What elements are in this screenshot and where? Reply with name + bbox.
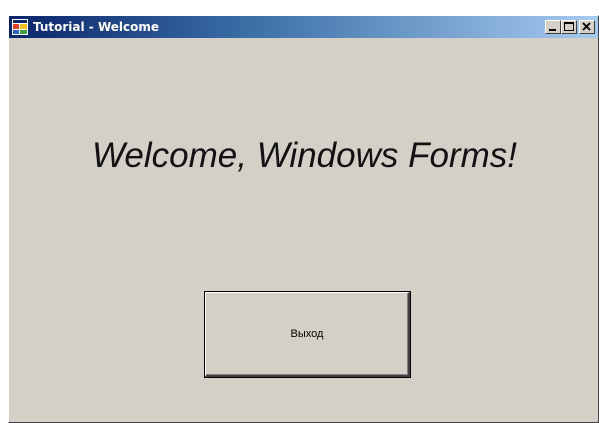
minimize-button[interactable] (545, 20, 561, 34)
close-icon (582, 22, 591, 31)
app-icon[interactable] (12, 19, 28, 35)
title-bar[interactable]: Tutorial - Welcome (9, 16, 598, 38)
exit-button-label: Выход (290, 328, 324, 340)
welcome-label: Welcome, Windows Forms! (92, 136, 517, 175)
maximize-button[interactable] (561, 20, 577, 34)
app-window: Tutorial - Welcome Welcome, Windows Form… (8, 15, 599, 423)
window-title: Tutorial - Welcome (33, 20, 160, 34)
minimize-icon (549, 29, 556, 31)
close-button[interactable] (579, 20, 595, 34)
exit-button[interactable]: Выход (205, 292, 410, 377)
maximize-icon (564, 22, 574, 31)
